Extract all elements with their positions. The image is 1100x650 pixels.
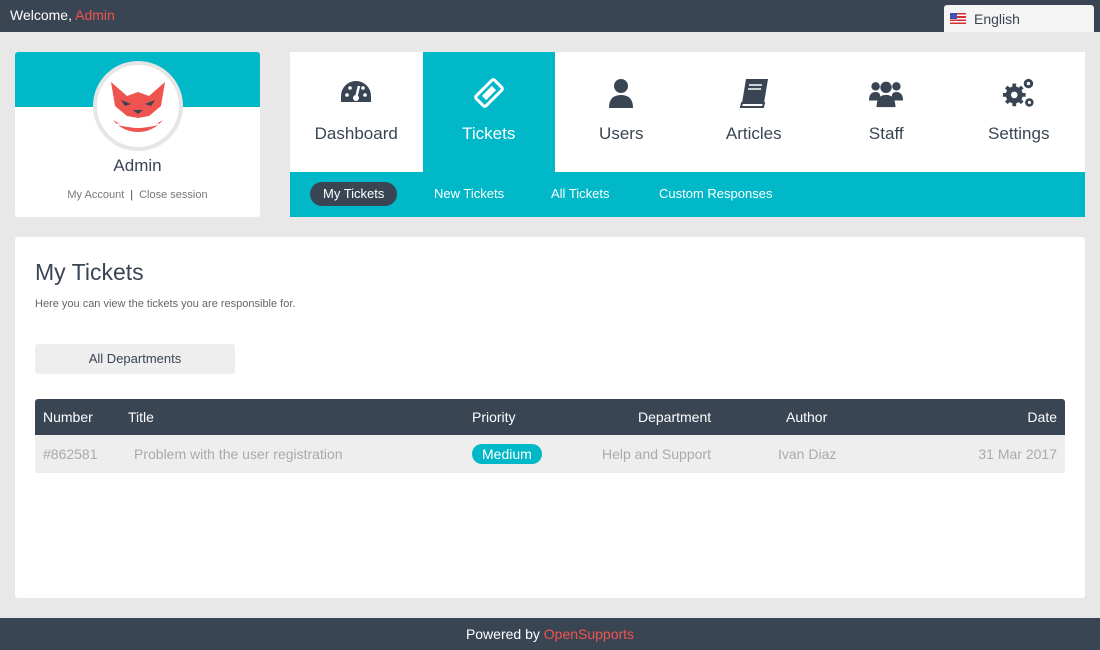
footer: Powered by OpenSupports	[0, 618, 1100, 650]
sub-navigation: My Tickets New Tickets All Tickets Custo…	[290, 172, 1085, 217]
link-separator: |	[130, 189, 133, 201]
nav-label-settings: Settings	[988, 124, 1049, 144]
footer-prefix: Powered by	[466, 626, 544, 642]
language-selector[interactable]: English	[944, 5, 1094, 32]
welcome-text: Welcome, Admin	[10, 7, 115, 23]
close-session-link[interactable]: Close session	[139, 189, 207, 201]
main-navigation: Dashboard Tickets Users	[290, 52, 1085, 217]
column-header-date[interactable]: Date	[1027, 399, 1057, 435]
department-dropdown[interactable]: All Departments	[35, 344, 235, 374]
page-description: Here you can view the tickets you are re…	[35, 298, 295, 310]
group-icon	[869, 77, 903, 109]
nav-label-articles: Articles	[726, 124, 782, 144]
profile-links: My Account | Close session	[15, 189, 260, 201]
nav-item-dashboard[interactable]: Dashboard	[290, 52, 423, 172]
nav-item-staff[interactable]: Staff	[820, 52, 953, 172]
footer-brand-link[interactable]: OpenSupports	[544, 626, 634, 642]
ticket-title[interactable]: Problem with the user registration	[134, 435, 343, 473]
subnav-custom-responses[interactable]: Custom Responses	[646, 182, 785, 206]
subnav-new-tickets[interactable]: New Tickets	[421, 182, 517, 206]
fox-logo-icon	[103, 76, 173, 136]
top-bar: Welcome, Admin English	[0, 0, 1100, 32]
priority-badge: Medium	[472, 444, 542, 464]
avatar	[93, 61, 183, 151]
my-account-link[interactable]: My Account	[67, 189, 124, 201]
column-header-number[interactable]: Number	[43, 399, 93, 435]
column-header-department[interactable]: Department	[638, 399, 711, 435]
user-icon	[606, 77, 636, 109]
gears-icon	[1002, 76, 1036, 110]
nav-label-tickets: Tickets	[462, 124, 515, 144]
ticket-number: #862581	[43, 435, 98, 473]
table-row[interactable]: #862581 Problem with the user registrati…	[35, 435, 1065, 473]
column-header-title[interactable]: Title	[128, 399, 154, 435]
nav-item-articles[interactable]: Articles	[688, 52, 821, 172]
language-label: English	[974, 11, 1020, 27]
nav-label-staff: Staff	[869, 124, 904, 144]
welcome-prefix: Welcome,	[10, 7, 75, 23]
us-flag-icon	[950, 13, 966, 24]
nav-item-users[interactable]: Users	[555, 52, 688, 172]
subnav-all-tickets[interactable]: All Tickets	[538, 182, 623, 206]
nav-label-users: Users	[599, 124, 643, 144]
table-header: Number Title Priority Department Author …	[35, 399, 1065, 435]
nav-item-tickets[interactable]: Tickets	[423, 52, 556, 172]
column-header-priority[interactable]: Priority	[472, 399, 516, 435]
nav-item-settings[interactable]: Settings	[953, 52, 1086, 172]
column-header-author[interactable]: Author	[786, 399, 827, 435]
ticket-icon	[472, 76, 506, 110]
profile-card: Admin My Account | Close session	[15, 52, 260, 217]
tickets-table: Number Title Priority Department Author …	[35, 399, 1065, 473]
page-title: My Tickets	[35, 259, 144, 286]
ticket-date: 31 Mar 2017	[978, 435, 1057, 473]
main-panel: My Tickets Here you can view the tickets…	[15, 237, 1085, 598]
dashboard-icon	[339, 78, 373, 108]
ticket-author: Ivan Diaz	[778, 435, 836, 473]
book-icon	[738, 77, 770, 109]
subnav-my-tickets[interactable]: My Tickets	[310, 182, 397, 206]
nav-label-dashboard: Dashboard	[315, 124, 398, 144]
ticket-department: Help and Support	[602, 435, 711, 473]
profile-name: Admin	[15, 156, 260, 176]
welcome-username: Admin	[75, 7, 115, 23]
